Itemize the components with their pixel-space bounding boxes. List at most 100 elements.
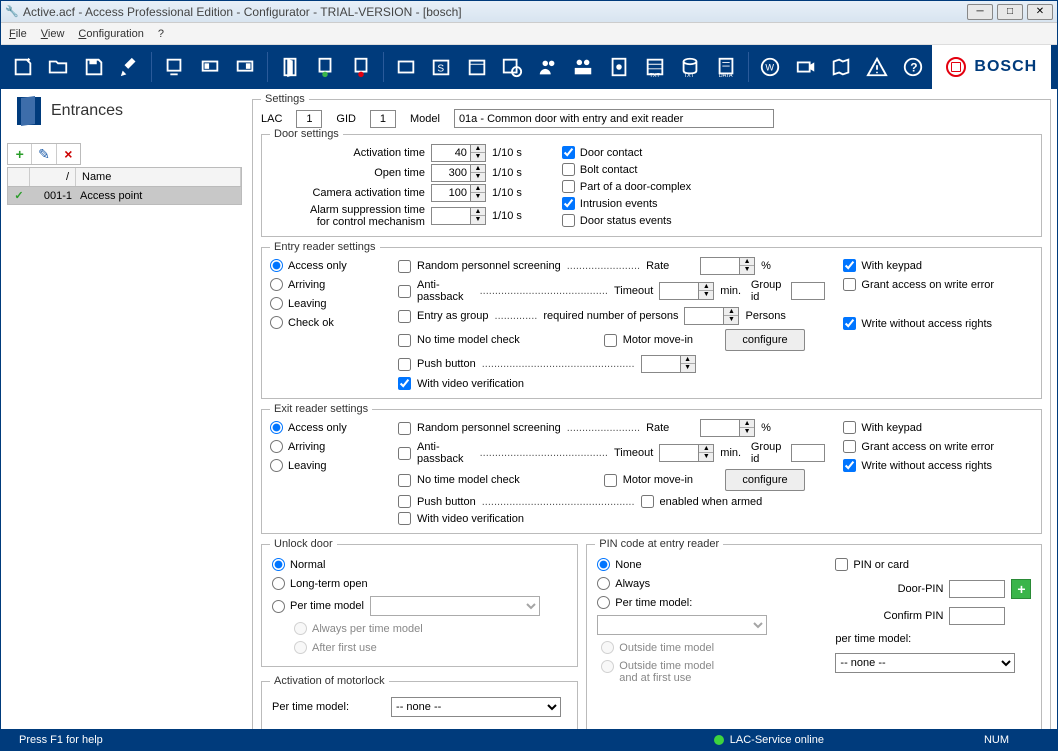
- group-icon[interactable]: [568, 51, 600, 83]
- open-time-input[interactable]: [431, 164, 471, 182]
- camera-icon[interactable]: [790, 51, 822, 83]
- entry-grant-err-check[interactable]: [843, 278, 856, 291]
- warning-icon[interactable]: [861, 51, 893, 83]
- entry-arriving-radio[interactable]: [270, 278, 283, 291]
- exit-video-check[interactable]: [398, 512, 411, 525]
- intrusion-check[interactable]: [562, 197, 575, 210]
- controller-icon[interactable]: [158, 51, 190, 83]
- edit-button[interactable]: ✎: [32, 144, 56, 164]
- entry-groupid-input[interactable]: [791, 282, 825, 300]
- door-icon[interactable]: [274, 51, 306, 83]
- pin-ptm2-select[interactable]: -- none --: [835, 653, 1015, 673]
- unlock-long-radio[interactable]: [272, 577, 285, 590]
- panel2-icon[interactable]: [229, 51, 261, 83]
- entry-notime-check[interactable]: [398, 334, 411, 347]
- door-complex-check[interactable]: [562, 180, 575, 193]
- menu-view[interactable]: View: [41, 28, 65, 40]
- pin-or-card-check[interactable]: [835, 558, 848, 571]
- panel1-icon[interactable]: [194, 51, 226, 83]
- entry-persons-input[interactable]: [684, 307, 724, 325]
- lac-input[interactable]: [296, 110, 322, 128]
- alarm-supp-input[interactable]: [431, 207, 471, 225]
- map-icon[interactable]: [826, 51, 858, 83]
- entry-access-only-radio[interactable]: [270, 259, 283, 272]
- delete-button[interactable]: ×: [57, 144, 80, 164]
- help-icon[interactable]: ?: [897, 51, 929, 83]
- exit-write-no-check[interactable]: [843, 459, 856, 472]
- activation-time-input[interactable]: [431, 144, 471, 162]
- calendar-icon[interactable]: [461, 51, 493, 83]
- menu-file[interactable]: File: [9, 28, 27, 40]
- exit-push-check[interactable]: [398, 495, 411, 508]
- close-button[interactable]: ✕: [1027, 4, 1053, 20]
- menu-help[interactable]: ?: [158, 28, 164, 40]
- exit-leaving-radio[interactable]: [270, 459, 283, 472]
- entry-configure-button[interactable]: configure: [725, 329, 805, 351]
- add-button[interactable]: +: [8, 144, 32, 164]
- exit-rate-input[interactable]: [700, 419, 740, 437]
- door-pin-input[interactable]: [949, 580, 1005, 598]
- motorlock-select[interactable]: -- none --: [391, 697, 561, 717]
- reader-green-icon[interactable]: [310, 51, 342, 83]
- pin-ptm-select[interactable]: [597, 615, 767, 635]
- reader-red-icon[interactable]: [345, 51, 377, 83]
- unlock-ptm-radio[interactable]: [272, 600, 285, 613]
- area-icon[interactable]: [390, 51, 422, 83]
- pin-ptm-radio[interactable]: [597, 596, 610, 609]
- entry-checkok-radio[interactable]: [270, 316, 283, 329]
- entry-leaving-radio[interactable]: [270, 297, 283, 310]
- unlock-normal-radio[interactable]: [272, 558, 285, 571]
- camera-time-input[interactable]: [431, 184, 471, 202]
- exit-motor-check[interactable]: [604, 474, 617, 487]
- card-icon[interactable]: [603, 51, 635, 83]
- exit-arriving-radio[interactable]: [270, 440, 283, 453]
- schedule-icon[interactable]: S: [425, 51, 457, 83]
- exit-rand-check[interactable]: [398, 422, 411, 435]
- maximize-button[interactable]: □: [997, 4, 1023, 20]
- wiegand-icon[interactable]: W: [755, 51, 787, 83]
- status-events-check[interactable]: [562, 214, 575, 227]
- report-icon[interactable]: DATA: [710, 51, 742, 83]
- entry-rate-input[interactable]: [700, 257, 740, 275]
- minimize-button[interactable]: ─: [967, 4, 993, 20]
- exit-configure-button[interactable]: configure: [725, 469, 805, 491]
- save-icon[interactable]: [78, 51, 110, 83]
- database-icon[interactable]: TXT: [674, 51, 706, 83]
- exit-grant-err-check[interactable]: [843, 440, 856, 453]
- entry-timeout-input[interactable]: [659, 282, 699, 300]
- pin-none-radio[interactable]: [597, 558, 610, 571]
- svg-text:TXT: TXT: [649, 73, 660, 78]
- entry-keypad-check[interactable]: [843, 259, 856, 272]
- fields-icon[interactable]: TXT: [639, 51, 671, 83]
- entry-rand-check[interactable]: [398, 260, 411, 273]
- exit-groupid-input[interactable]: [791, 444, 825, 462]
- exit-access-only-radio[interactable]: [270, 421, 283, 434]
- exit-timeout-input[interactable]: [659, 444, 699, 462]
- gid-input[interactable]: [370, 110, 396, 128]
- exit-notime-check[interactable]: [398, 474, 411, 487]
- entry-video-check[interactable]: [398, 377, 411, 390]
- new-icon[interactable]: [7, 51, 39, 83]
- unlock-ptm-select[interactable]: [370, 596, 540, 616]
- entry-anti-check[interactable]: [398, 285, 411, 298]
- door-contact-check[interactable]: [562, 146, 575, 159]
- entry-push-check[interactable]: [398, 358, 411, 371]
- menu-configuration[interactable]: Configuration: [78, 28, 143, 40]
- entry-push-input[interactable]: [641, 355, 681, 373]
- entry-group-check[interactable]: [398, 310, 411, 323]
- exit-armed-check[interactable]: [641, 495, 654, 508]
- calendar-clock-icon[interactable]: [496, 51, 528, 83]
- persons-icon[interactable]: [532, 51, 564, 83]
- tree-row[interactable]: ✓ 001-1 Access point: [7, 187, 242, 205]
- open-icon[interactable]: [43, 51, 75, 83]
- exit-anti-check[interactable]: [398, 447, 411, 460]
- settings-icon[interactable]: [114, 51, 146, 83]
- pin-always-radio[interactable]: [597, 577, 610, 590]
- entry-motor-check[interactable]: [604, 334, 617, 347]
- add-pin-button[interactable]: +: [1011, 579, 1031, 599]
- entry-write-no-check[interactable]: [843, 317, 856, 330]
- model-input[interactable]: [454, 109, 774, 128]
- confirm-pin-input[interactable]: [949, 607, 1005, 625]
- exit-keypad-check[interactable]: [843, 421, 856, 434]
- bolt-contact-check[interactable]: [562, 163, 575, 176]
